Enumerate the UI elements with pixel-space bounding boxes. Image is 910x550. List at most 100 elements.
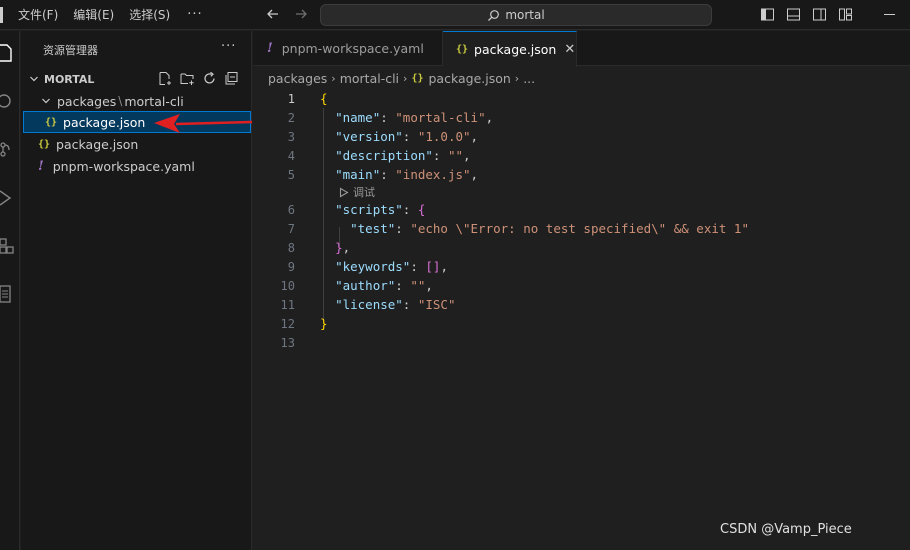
code-line: 13 [253, 333, 910, 352]
watermark: CSDN @Vamp_Piece [720, 522, 852, 537]
json-key: "author" [335, 278, 396, 293]
comma: , [485, 110, 494, 125]
line-number: 2 [287, 110, 295, 125]
comma: , [463, 148, 471, 163]
json-file-icon: {} [456, 44, 469, 55]
comma: , [425, 278, 433, 293]
search-icon[interactable] [0, 91, 14, 111]
colon: : [380, 110, 396, 125]
breadcrumb: packages › mortal-cli › {} package.json … [268, 68, 535, 88]
breadcrumb-packages[interactable]: packages [268, 71, 327, 86]
comma: , [470, 167, 479, 182]
tree-folder-label: packages [57, 93, 117, 109]
workspace-folder-header[interactable]: MORTAL [21, 68, 252, 90]
refresh-icon[interactable] [202, 71, 217, 86]
line-number: 8 [287, 240, 295, 255]
customize-layout-icon[interactable] [838, 7, 853, 22]
explorer-more-icon[interactable]: ··· [221, 39, 236, 54]
code-line: 4 "description": "", [253, 146, 910, 165]
json-file-icon: {} [38, 138, 51, 150]
code-line: 1 { [253, 89, 910, 108]
tree-item-pnpm-workspace-yaml[interactable]: ! pnpm-workspace.yaml [21, 155, 252, 177]
tab-package-json[interactable]: {} package.json ✕ [443, 31, 577, 67]
colon: : [395, 278, 411, 293]
line-number: 3 [287, 129, 295, 144]
json-key: "main" [335, 167, 381, 182]
menu-file[interactable]: 文件(F) [18, 6, 58, 23]
colon: : [402, 297, 418, 312]
close-icon[interactable]: ✕ [564, 42, 575, 57]
editor-tab-bar: ! pnpm-workspace.yaml {} package.json ✕ [253, 31, 910, 67]
breadcrumb-package-json[interactable]: package.json [428, 71, 510, 86]
annotation-arrow-icon [154, 114, 253, 133]
chevron-right-icon: › [403, 71, 408, 85]
code-line: 10 "author": "", [253, 276, 910, 295]
breadcrumb-more[interactable]: ... [523, 71, 535, 86]
json-key: "description" [335, 148, 433, 163]
minimize-button[interactable] [884, 14, 895, 15]
json-key: "version" [335, 129, 403, 144]
toggle-secondary-sidebar-icon[interactable] [812, 7, 827, 22]
comma: , [342, 240, 351, 255]
line-number: 7 [287, 221, 295, 236]
code-line: 5 "main": "index.js", [253, 165, 910, 184]
tree-file-label: pnpm-workspace.yaml [52, 158, 195, 174]
debug-codelens[interactable]: 调试 [339, 184, 375, 200]
chevron-down-icon [42, 98, 50, 104]
new-folder-icon[interactable] [180, 71, 195, 86]
play-icon [339, 187, 349, 197]
tree-folder-label-sub: mortal-cli [124, 93, 184, 109]
brace: { [320, 91, 328, 106]
colon: : [402, 202, 418, 217]
codelens-label: 调试 [353, 186, 375, 199]
brace: { [417, 202, 426, 217]
command-center-search[interactable]: mortal [320, 4, 712, 26]
json-file-icon: {} [411, 72, 424, 84]
tree-file-label: package.json [63, 114, 146, 130]
code-line: 11 "license": "ISC" [253, 295, 910, 314]
line-number: 13 [280, 335, 295, 350]
source-control-icon[interactable] [0, 139, 14, 159]
json-value: "" [447, 148, 464, 163]
line-number: 1 [287, 91, 295, 106]
comma: , [440, 259, 448, 274]
run-debug-icon[interactable] [0, 188, 14, 208]
forward-arrow-icon[interactable] [294, 7, 308, 21]
toggle-primary-sidebar-icon[interactable] [760, 7, 775, 22]
workspace-folder-name: MORTAL [44, 72, 95, 86]
new-file-icon[interactable] [158, 71, 173, 86]
line-number: 4 [287, 148, 295, 163]
back-arrow-icon[interactable] [266, 7, 280, 21]
activity-bar [0, 31, 20, 550]
menu-more-icon[interactable]: ··· [187, 7, 202, 22]
extensions-icon[interactable] [0, 236, 14, 256]
json-value: "1.0.0" [417, 129, 471, 144]
notes-icon[interactable] [0, 284, 14, 304]
tab-pnpm-workspace-yaml[interactable]: ! pnpm-workspace.yaml [253, 31, 443, 66]
explorer-title: 资源管理器 [43, 44, 98, 57]
colon: : [402, 129, 418, 144]
comma: , [470, 129, 479, 144]
json-key: "keywords" [335, 259, 411, 274]
colon: : [380, 167, 396, 182]
menu-edit[interactable]: 编辑(E) [73, 6, 114, 23]
json-value: "echo \"Error: no test specified\" && ex… [410, 221, 749, 236]
code-line: 3 "version": "1.0.0", [253, 127, 910, 146]
title-bar: 文件(F) 编辑(E) 选择(S) ··· mortal [0, 0, 910, 30]
code-line: 7 "test": "echo \"Error: no test specifi… [253, 219, 910, 238]
json-value: "" [410, 278, 426, 293]
collapse-all-icon[interactable] [224, 71, 239, 86]
json-file-icon: {} [45, 116, 58, 128]
search-text: mortal [505, 8, 545, 22]
tab-label: pnpm-workspace.yaml [281, 41, 424, 56]
menu-selection[interactable]: 选择(S) [129, 6, 170, 23]
json-value: "ISC" [417, 297, 456, 312]
json-key: "scripts" [335, 202, 403, 217]
line-number: 5 [287, 167, 295, 182]
breadcrumb-mortal-cli[interactable]: mortal-cli [340, 71, 399, 86]
bracket: [] [425, 259, 441, 274]
toggle-panel-icon[interactable] [786, 7, 801, 22]
explorer-icon[interactable] [0, 43, 14, 63]
yaml-file-icon: ! [38, 158, 44, 174]
chevron-down-icon [30, 76, 38, 82]
